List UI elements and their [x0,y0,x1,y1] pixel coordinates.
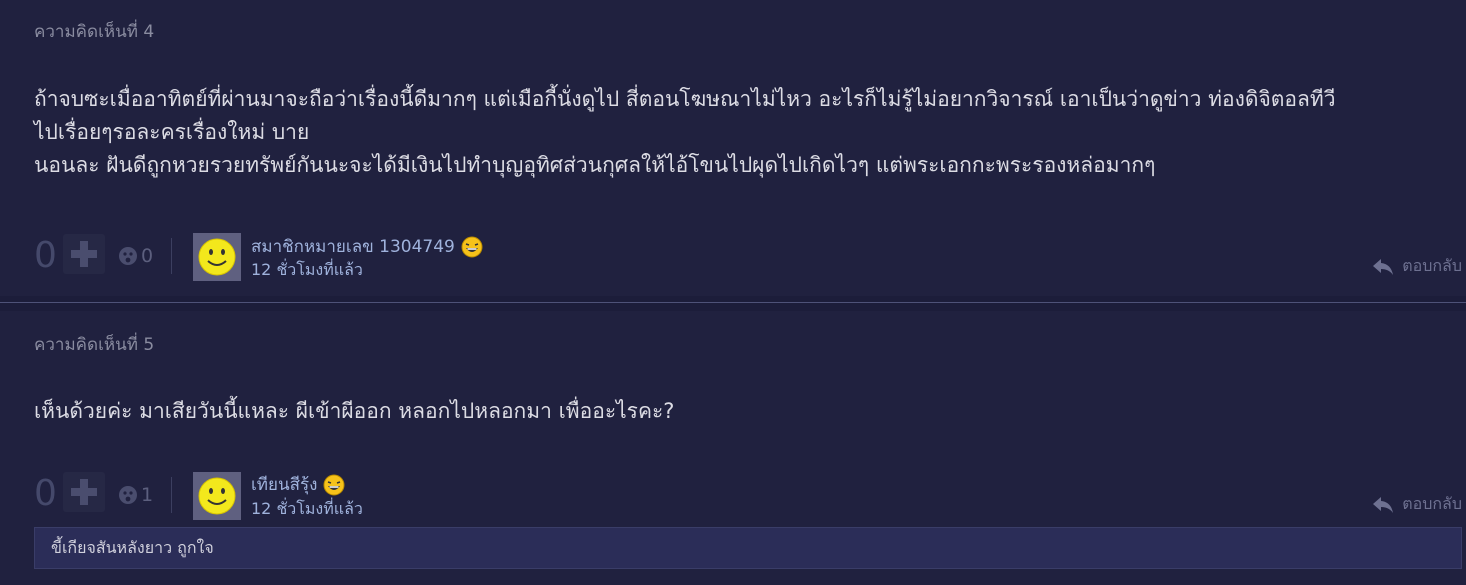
username-text: สมาชิกหมายเลข 1304749 [251,237,455,257]
plus-icon [71,241,97,267]
timestamp: 12 ชั่วโมงที่แล้ว [251,260,363,279]
vote-count: 0 [34,473,57,514]
vote-count: 0 [34,235,57,276]
emotion-face-icon [119,247,137,265]
comment-body-line: นอนละ ฝันดีถูกหวยรวยทรัพย์กันนะจะได้มีเง… [34,153,1156,177]
smiley-avatar [198,477,236,515]
sub-reply-text: ขี้เกียจสันหลังยาว ถูกใจ [51,538,214,557]
vote-plus-button[interactable] [63,472,105,512]
emotion-button[interactable]: 0 [118,245,153,267]
laughing-face-badge [461,236,483,257]
comment-body-line: เห็นด้วยค่ะ มาเสียวันนี้แหละ ผีเข้าผีออก… [34,399,675,423]
laughing-face-badge [323,474,345,495]
username-text: เทียนสีรุ้ง [251,475,318,495]
reply-label: ตอบกลับ [1402,494,1462,513]
timestamp: 12 ชั่วโมงที่แล้ว [251,499,363,518]
comment-number-label: ความคิดเห็นที่ 4 [34,22,155,42]
reply-button[interactable]: ตอบกลับ [1372,492,1462,517]
divider [171,238,172,274]
emotion-count: 1 [141,484,154,506]
reply-label: ตอบกลับ [1402,256,1462,275]
comment-body-line: ไปเรื่อยๆรอละครเรื่องใหม่ บาย [34,120,310,144]
reply-button[interactable]: ตอบกลับ [1372,254,1462,279]
comment-separator [0,296,1466,311]
comment-4: ความคิดเห็นที่ 4 ถ้าจบซะเมื่ออาทิตย์ที่ผ… [0,0,1466,296]
avatar[interactable] [193,233,241,281]
username-link[interactable]: เทียนสีรุ้ง [251,471,346,498]
smiley-avatar [198,238,236,276]
emotion-button[interactable]: 1 [118,484,153,506]
reply-arrow-icon [1373,258,1394,275]
comment-body: เห็นด้วยค่ะ มาเสียวันนี้แหละ ผีเข้าผีออก… [34,395,1446,428]
comment-body: ถ้าจบซะเมื่ออาทิตย์ที่ผ่านมาจะถือว่าเรื่… [34,83,1446,182]
emotion-face-icon [119,486,137,504]
divider [171,477,172,513]
reply-arrow-icon [1373,496,1394,513]
plus-icon [71,479,97,505]
sub-reply-box[interactable]: ขี้เกียจสันหลังยาว ถูกใจ [34,527,1462,569]
vote-plus-button[interactable] [63,234,105,274]
comment-number-label: ความคิดเห็นที่ 5 [34,335,155,355]
comment-body-line: ถ้าจบซะเมื่ออาทิตย์ที่ผ่านมาจะถือว่าเรื่… [34,87,1336,111]
avatar[interactable] [193,472,241,520]
username-link[interactable]: สมาชิกหมายเลข 1304749 [251,233,484,260]
emotion-count: 0 [141,245,154,267]
